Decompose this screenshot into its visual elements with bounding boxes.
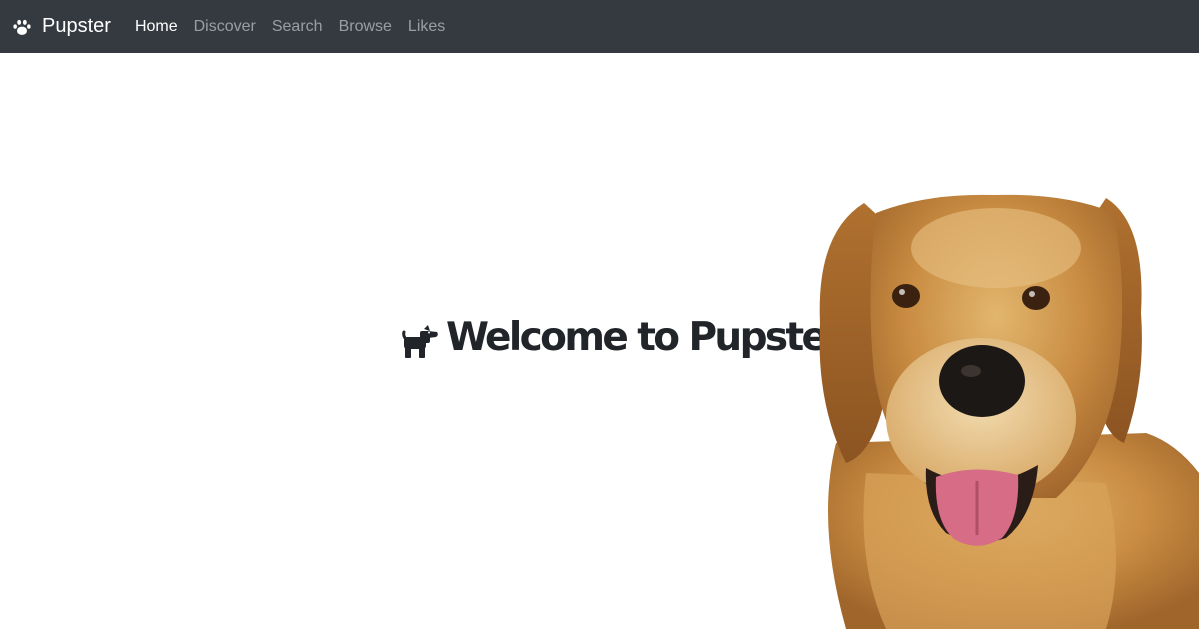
nav-link-home[interactable]: Home bbox=[135, 18, 178, 36]
hero-headline: Welcome to Pupster! bbox=[402, 315, 860, 360]
nav-link-browse[interactable]: Browse bbox=[339, 18, 392, 36]
dog-icon bbox=[402, 324, 438, 358]
page-title: Welcome to Pupster! bbox=[446, 315, 860, 360]
nav-link-likes[interactable]: Likes bbox=[408, 18, 445, 36]
paw-icon bbox=[13, 19, 31, 35]
brand-link[interactable]: Pupster bbox=[12, 15, 111, 38]
main-content: Welcome to Pupster! bbox=[0, 53, 1199, 629]
nav-link-discover[interactable]: Discover bbox=[194, 18, 256, 36]
nav-link-search[interactable]: Search bbox=[272, 18, 323, 36]
brand-name: Pupster bbox=[42, 15, 111, 37]
top-navbar: Pupster Home Discover Search Browse Like… bbox=[0, 0, 1199, 53]
golden-retriever-photo bbox=[819, 194, 1199, 629]
